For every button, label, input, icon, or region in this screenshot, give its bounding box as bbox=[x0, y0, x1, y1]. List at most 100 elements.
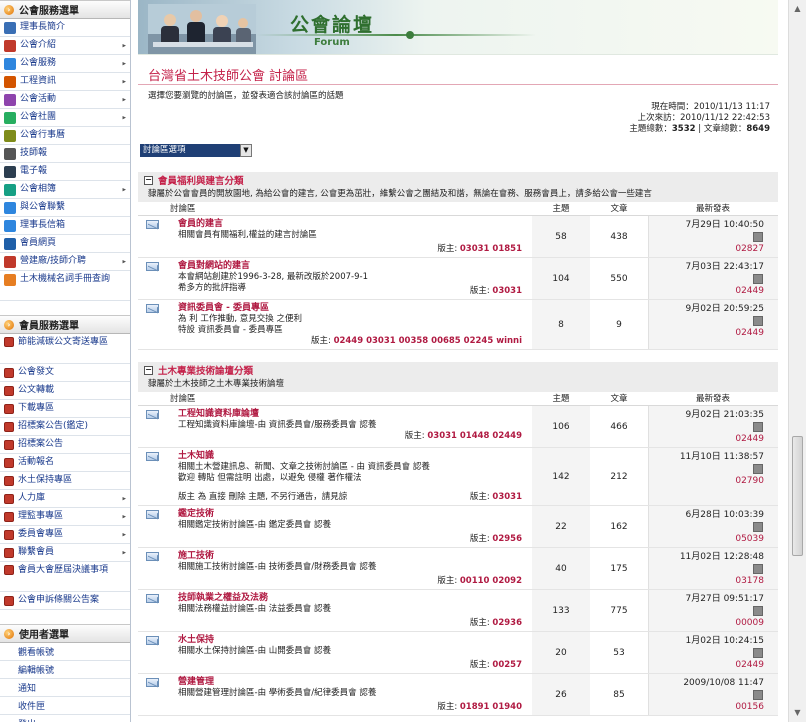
sidebar-item[interactable]: 公會社團 ▸ bbox=[0, 109, 130, 127]
last-post-link[interactable] bbox=[653, 521, 764, 533]
view-post-icon[interactable] bbox=[753, 605, 763, 616]
last-post-user[interactable]: 02449 bbox=[653, 327, 764, 339]
page-scrollbar[interactable]: ▲ ▼ bbox=[788, 0, 806, 722]
sidebar-item[interactable]: 節能減碳公文寄送專區 bbox=[0, 334, 130, 364]
last-post-link[interactable] bbox=[653, 647, 764, 659]
sidebar-item[interactable]: 聯繫會員 ▸ bbox=[0, 544, 130, 562]
view-post-icon[interactable] bbox=[753, 647, 763, 658]
view-post-icon[interactable] bbox=[753, 689, 763, 700]
sidebar-item[interactable]: 公會介紹 ▸ bbox=[0, 37, 130, 55]
page-description: 選擇您要瀏覽的討論區，並發表適合該討論區的話題 bbox=[148, 91, 344, 101]
sidebar-item[interactable]: 觀看帳號 bbox=[0, 643, 130, 661]
sidebar-item[interactable]: 與公會聯繫 bbox=[0, 199, 130, 217]
last-post-link[interactable] bbox=[653, 463, 764, 475]
sidebar-item[interactable]: 公會申訴條關公告案 bbox=[0, 592, 130, 610]
sidebar-item[interactable]: 理監事專區 ▸ bbox=[0, 508, 130, 526]
forum-name-link[interactable]: 鑑定技術 bbox=[178, 509, 528, 520]
moderator-ids[interactable]: 03031 01851 bbox=[460, 244, 522, 254]
scroll-down-icon[interactable]: ▼ bbox=[791, 706, 804, 720]
forum-options-select[interactable]: 討論區選項 ▼ bbox=[140, 144, 252, 157]
sidebar-item[interactable]: 電子報 bbox=[0, 163, 130, 181]
forum-name-link[interactable]: 營建管理 bbox=[178, 677, 528, 688]
sidebar-item[interactable]: 公會服務 ▸ bbox=[0, 55, 130, 73]
last-post-user[interactable]: 02449 bbox=[653, 659, 764, 671]
moderator-ids[interactable]: 03031 bbox=[492, 286, 522, 296]
chevron-down-icon[interactable]: ▼ bbox=[240, 144, 252, 157]
scroll-thumb[interactable] bbox=[792, 436, 803, 556]
envelope-icon bbox=[146, 636, 159, 645]
view-post-icon[interactable] bbox=[753, 315, 763, 326]
moderator-ids[interactable]: 02936 bbox=[492, 618, 522, 628]
last-post-user[interactable]: 02449 bbox=[653, 433, 764, 445]
moderator-ids[interactable]: 03031 01448 02449 bbox=[427, 431, 522, 441]
sidebar-item[interactable]: 編輯帳號 bbox=[0, 661, 130, 679]
forum-name-link[interactable]: 土木知識 bbox=[178, 451, 528, 462]
last-post-user[interactable]: 02449 bbox=[653, 285, 764, 297]
sidebar-item[interactable]: 土木機械名詞手冊查詢 bbox=[0, 271, 130, 301]
last-post-link[interactable] bbox=[653, 605, 764, 617]
collapse-icon[interactable]: − bbox=[144, 175, 153, 185]
view-post-icon[interactable] bbox=[753, 273, 763, 284]
moderator-ids[interactable]: 01891 01940 bbox=[460, 702, 522, 712]
last-post-link[interactable] bbox=[653, 421, 764, 433]
view-post-icon[interactable] bbox=[753, 563, 763, 574]
sidebar-item[interactable]: 公會發文 bbox=[0, 364, 130, 382]
sidebar-item[interactable]: 理事長簡介 bbox=[0, 19, 130, 37]
moderator-ids[interactable]: 03031 bbox=[492, 492, 522, 502]
sidebar-item[interactable]: 水土保持專區 bbox=[0, 472, 130, 490]
sidebar-item[interactable]: 工程資訊 ▸ bbox=[0, 73, 130, 91]
moderator-ids[interactable]: 00257 bbox=[492, 660, 522, 670]
last-post-link[interactable] bbox=[653, 273, 764, 285]
forum-name-link[interactable]: 工程知識資料庫論壇 bbox=[178, 409, 528, 420]
sidebar-item[interactable]: 公會相簿 ▸ bbox=[0, 181, 130, 199]
moderator-ids[interactable]: 02956 bbox=[492, 534, 522, 544]
last-post-user[interactable]: 02790 bbox=[653, 475, 764, 487]
sidebar-item[interactable]: 招標案公告(鑑定) bbox=[0, 418, 130, 436]
sidebar-item[interactable]: 公會行事曆 bbox=[0, 127, 130, 145]
view-post-icon[interactable] bbox=[753, 521, 763, 532]
last-post-date: 2009/10/08 11:47 bbox=[683, 678, 764, 688]
sidebar-item[interactable]: 下載專區 bbox=[0, 400, 130, 418]
category-header[interactable]: − 會員福利與建言分類 bbox=[138, 172, 778, 188]
sidebar-item[interactable]: 收件匣 bbox=[0, 697, 130, 715]
sidebar-item[interactable]: 活動報名 bbox=[0, 454, 130, 472]
sidebar-item[interactable]: 招標案公告 bbox=[0, 436, 130, 454]
forum-description-line: 歡迎 轉貼 但需註明 出處，以避免 侵權 著作權法 bbox=[178, 473, 362, 483]
sidebar-item[interactable]: 公文轉載 bbox=[0, 382, 130, 400]
forum-name-link[interactable]: 會員的建言 bbox=[178, 219, 528, 230]
sidebar-item[interactable]: 會員大會歷屆決議事項 bbox=[0, 562, 130, 592]
scroll-up-icon[interactable]: ▲ bbox=[791, 2, 804, 16]
moderator-ids[interactable]: 02449 03031 00358 00685 02245 winni bbox=[334, 336, 522, 346]
forum-name-link[interactable]: 施工技術 bbox=[178, 551, 528, 562]
forum-name-link[interactable]: 技師執業之權益及法務 bbox=[178, 593, 528, 604]
last-post-user[interactable]: 02827 bbox=[653, 243, 764, 255]
last-post-link[interactable] bbox=[653, 563, 764, 575]
last-post-link[interactable] bbox=[653, 315, 764, 327]
sidebar-item[interactable]: 登出 bbox=[0, 715, 130, 722]
sidebar-item[interactable]: 會員網頁 bbox=[0, 235, 130, 253]
sidebar-item[interactable]: 委員會專區 ▸ bbox=[0, 526, 130, 544]
view-post-icon[interactable] bbox=[753, 231, 763, 242]
sidebar-item[interactable]: 理事長信箱 bbox=[0, 217, 130, 235]
enewspaper-icon bbox=[4, 165, 16, 178]
moderator-ids[interactable]: 00110 02092 bbox=[460, 576, 522, 586]
forum-row: 會員的建言 相關會員有關福利,權益的建言討論區 版主: 03031 01851 58 4… bbox=[138, 216, 778, 258]
forum-name-link[interactable]: 資訊委員會 - 委員專區 bbox=[178, 303, 528, 314]
last-post-user[interactable]: 03178 bbox=[653, 575, 764, 587]
sidebar-item[interactable]: 營建廠/技師介聘 ▸ bbox=[0, 253, 130, 271]
collapse-icon[interactable]: − bbox=[144, 365, 153, 375]
sidebar-item[interactable]: 技師報 bbox=[0, 145, 130, 163]
last-post-link[interactable] bbox=[653, 231, 764, 243]
sidebar-item[interactable]: 通知 bbox=[0, 679, 130, 697]
last-post-user[interactable]: 00009 bbox=[653, 617, 764, 629]
view-post-icon[interactable] bbox=[753, 421, 763, 432]
sidebar-item[interactable]: 人力庫 ▸ bbox=[0, 490, 130, 508]
forum-name-link[interactable]: 會員對網站的建言 bbox=[178, 261, 528, 272]
sidebar-item[interactable]: 公會活動 ▸ bbox=[0, 91, 130, 109]
last-post-user[interactable]: 00156 bbox=[653, 701, 764, 713]
last-post-link[interactable] bbox=[653, 689, 764, 701]
last-post-user[interactable]: 05039 bbox=[653, 533, 764, 545]
category-header[interactable]: − 土木專業技術論壇分類 bbox=[138, 362, 778, 378]
forum-name-link[interactable]: 水土保持 bbox=[178, 635, 528, 646]
view-post-icon[interactable] bbox=[753, 463, 763, 474]
